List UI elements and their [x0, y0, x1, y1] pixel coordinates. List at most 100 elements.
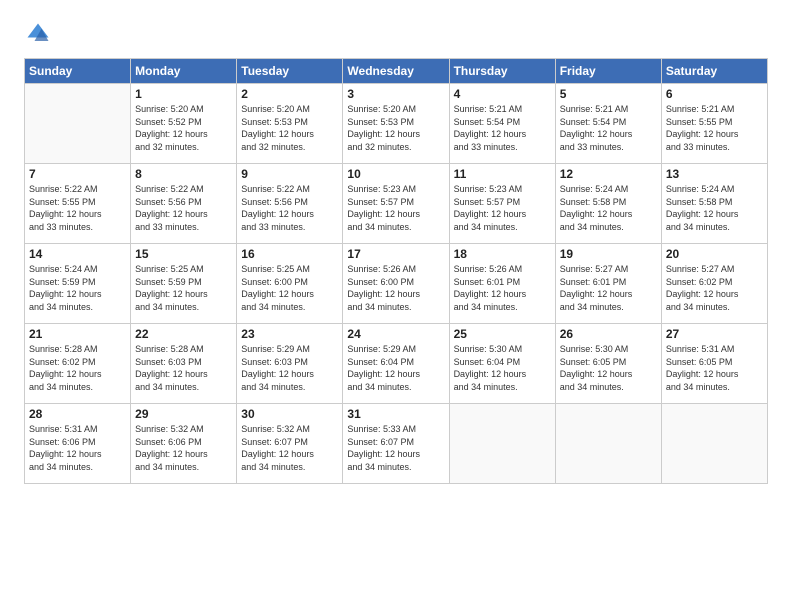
week-row-3: 14 Sunrise: 5:24 AM Sunset: 5:59 PM Dayli… — [25, 244, 768, 324]
day-number: 28 — [29, 407, 126, 421]
page: SundayMondayTuesdayWednesdayThursdayFrid… — [0, 0, 792, 612]
day-number: 14 — [29, 247, 126, 261]
day-number: 1 — [135, 87, 232, 101]
day-cell: 27Sunrise: 5:31 AM Sunset: 6:05 PM Dayli… — [661, 324, 767, 404]
day-number: 25 — [454, 327, 551, 341]
day-cell: 23 Sunrise: 5:29 AM Sunset: 6:03 PM Dayli… — [237, 324, 343, 404]
day-info: Sunrise: 5:25 AM Sunset: 5:59 PM Dayligh… — [135, 263, 232, 313]
day-info: Sunrise: 5:24 AM Sunset: 5:58 PM Dayligh… — [666, 183, 763, 233]
day-number: 29 — [135, 407, 232, 421]
day-number: 3 — [347, 87, 444, 101]
day-cell — [25, 84, 131, 164]
day-number: 23 — [241, 327, 338, 341]
day-info: Sunrise: 5:22 AM Sunset: 5:56 PM Dayligh… — [135, 183, 232, 233]
header-row: SundayMondayTuesdayWednesdayThursdayFrid… — [25, 59, 768, 84]
day-info: Sunrise: 5:28 AM Sunset: 6:03 PM Dayligh… — [135, 343, 232, 393]
day-header-tuesday: Tuesday — [237, 59, 343, 84]
day-info: Sunrise: 5:31 AM Sunset: 6:06 PM Dayligh… — [29, 423, 126, 473]
day-cell: 25 Sunrise: 5:30 AM Sunset: 6:04 PM Dayli… — [449, 324, 555, 404]
day-number: 18 — [454, 247, 551, 261]
day-number: 17 — [347, 247, 444, 261]
day-cell: 4 Sunrise: 5:21 AM Sunset: 5:54 PM Daylig… — [449, 84, 555, 164]
day-info: Sunrise: 5:33 AM Sunset: 6:07 PM Dayligh… — [347, 423, 444, 473]
day-info: Sunrise: 5:31 AM Sunset: 6:05 PM Dayligh… — [666, 343, 763, 393]
day-info: Sunrise: 5:20 AM Sunset: 5:53 PM Dayligh… — [347, 103, 444, 153]
day-cell: 30 Sunrise: 5:32 AM Sunset: 6:07 PM Dayli… — [237, 404, 343, 484]
logo-icon — [24, 20, 52, 48]
day-cell: 16 Sunrise: 5:25 AM Sunset: 6:00 PM Dayli… — [237, 244, 343, 324]
day-info: Sunrise: 5:20 AM Sunset: 5:53 PM Dayligh… — [241, 103, 338, 153]
day-info: Sunrise: 5:30 AM Sunset: 6:04 PM Dayligh… — [454, 343, 551, 393]
day-number: 11 — [454, 167, 551, 181]
day-header-sunday: Sunday — [25, 59, 131, 84]
day-cell: 20Sunrise: 5:27 AM Sunset: 6:02 PM Dayli… — [661, 244, 767, 324]
day-number: 31 — [347, 407, 444, 421]
day-number: 2 — [241, 87, 338, 101]
week-row-5: 28 Sunrise: 5:31 AM Sunset: 6:06 PM Dayli… — [25, 404, 768, 484]
day-cell: 10 Sunrise: 5:23 AM Sunset: 5:57 PM Dayli… — [343, 164, 449, 244]
day-cell: 3 Sunrise: 5:20 AM Sunset: 5:53 PM Daylig… — [343, 84, 449, 164]
day-number: 16 — [241, 247, 338, 261]
day-cell: 22 Sunrise: 5:28 AM Sunset: 6:03 PM Dayli… — [131, 324, 237, 404]
day-cell: 15 Sunrise: 5:25 AM Sunset: 5:59 PM Dayli… — [131, 244, 237, 324]
day-info: Sunrise: 5:20 AM Sunset: 5:52 PM Dayligh… — [135, 103, 232, 153]
day-info: Sunrise: 5:32 AM Sunset: 6:07 PM Dayligh… — [241, 423, 338, 473]
day-info: Sunrise: 5:29 AM Sunset: 6:03 PM Dayligh… — [241, 343, 338, 393]
day-number: 12 — [560, 167, 657, 181]
day-cell — [449, 404, 555, 484]
day-info: Sunrise: 5:23 AM Sunset: 5:57 PM Dayligh… — [454, 183, 551, 233]
day-info: Sunrise: 5:25 AM Sunset: 6:00 PM Dayligh… — [241, 263, 338, 313]
day-header-monday: Monday — [131, 59, 237, 84]
logo — [24, 20, 58, 48]
day-cell: 12 Sunrise: 5:24 AM Sunset: 5:58 PM Dayli… — [555, 164, 661, 244]
day-number: 20 — [666, 247, 763, 261]
day-number: 21 — [29, 327, 126, 341]
day-header-wednesday: Wednesday — [343, 59, 449, 84]
day-info: Sunrise: 5:22 AM Sunset: 5:56 PM Dayligh… — [241, 183, 338, 233]
header — [24, 20, 768, 48]
day-info: Sunrise: 5:26 AM Sunset: 6:01 PM Dayligh… — [454, 263, 551, 313]
day-info: Sunrise: 5:23 AM Sunset: 5:57 PM Dayligh… — [347, 183, 444, 233]
day-cell — [555, 404, 661, 484]
day-cell: 6Sunrise: 5:21 AM Sunset: 5:55 PM Daylig… — [661, 84, 767, 164]
day-info: Sunrise: 5:24 AM Sunset: 5:58 PM Dayligh… — [560, 183, 657, 233]
day-info: Sunrise: 5:22 AM Sunset: 5:55 PM Dayligh… — [29, 183, 126, 233]
day-cell: 31 Sunrise: 5:33 AM Sunset: 6:07 PM Dayli… — [343, 404, 449, 484]
day-info: Sunrise: 5:24 AM Sunset: 5:59 PM Dayligh… — [29, 263, 126, 313]
day-cell: 5Sunrise: 5:21 AM Sunset: 5:54 PM Daylig… — [555, 84, 661, 164]
day-number: 19 — [560, 247, 657, 261]
day-cell: 8Sunrise: 5:22 AM Sunset: 5:56 PM Daylig… — [131, 164, 237, 244]
calendar-table: SundayMondayTuesdayWednesdayThursdayFrid… — [24, 58, 768, 484]
day-number: 24 — [347, 327, 444, 341]
day-header-friday: Friday — [555, 59, 661, 84]
day-header-thursday: Thursday — [449, 59, 555, 84]
day-cell: 9 Sunrise: 5:22 AM Sunset: 5:56 PM Daylig… — [237, 164, 343, 244]
day-info: Sunrise: 5:21 AM Sunset: 5:54 PM Dayligh… — [454, 103, 551, 153]
day-info: Sunrise: 5:27 AM Sunset: 6:01 PM Dayligh… — [560, 263, 657, 313]
day-cell: 2 Sunrise: 5:20 AM Sunset: 5:53 PM Daylig… — [237, 84, 343, 164]
day-number: 5 — [560, 87, 657, 101]
day-number: 26 — [560, 327, 657, 341]
day-info: Sunrise: 5:21 AM Sunset: 5:55 PM Dayligh… — [666, 103, 763, 153]
day-cell: 11 Sunrise: 5:23 AM Sunset: 5:57 PM Dayli… — [449, 164, 555, 244]
day-info: Sunrise: 5:29 AM Sunset: 6:04 PM Dayligh… — [347, 343, 444, 393]
day-info: Sunrise: 5:32 AM Sunset: 6:06 PM Dayligh… — [135, 423, 232, 473]
day-cell: 19 Sunrise: 5:27 AM Sunset: 6:01 PM Dayli… — [555, 244, 661, 324]
day-number: 30 — [241, 407, 338, 421]
day-cell: 1 Sunrise: 5:20 AM Sunset: 5:52 PM Daylig… — [131, 84, 237, 164]
day-info: Sunrise: 5:28 AM Sunset: 6:02 PM Dayligh… — [29, 343, 126, 393]
day-cell — [661, 404, 767, 484]
day-number: 9 — [241, 167, 338, 181]
day-info: Sunrise: 5:26 AM Sunset: 6:00 PM Dayligh… — [347, 263, 444, 313]
day-number: 4 — [454, 87, 551, 101]
day-header-saturday: Saturday — [661, 59, 767, 84]
calendar-header: SundayMondayTuesdayWednesdayThursdayFrid… — [25, 59, 768, 84]
day-number: 13 — [666, 167, 763, 181]
week-row-2: 7Sunrise: 5:22 AM Sunset: 5:55 PM Daylig… — [25, 164, 768, 244]
day-cell: 7Sunrise: 5:22 AM Sunset: 5:55 PM Daylig… — [25, 164, 131, 244]
day-number: 22 — [135, 327, 232, 341]
week-row-1: 1 Sunrise: 5:20 AM Sunset: 5:52 PM Daylig… — [25, 84, 768, 164]
day-number: 10 — [347, 167, 444, 181]
day-number: 15 — [135, 247, 232, 261]
day-cell: 28 Sunrise: 5:31 AM Sunset: 6:06 PM Dayli… — [25, 404, 131, 484]
